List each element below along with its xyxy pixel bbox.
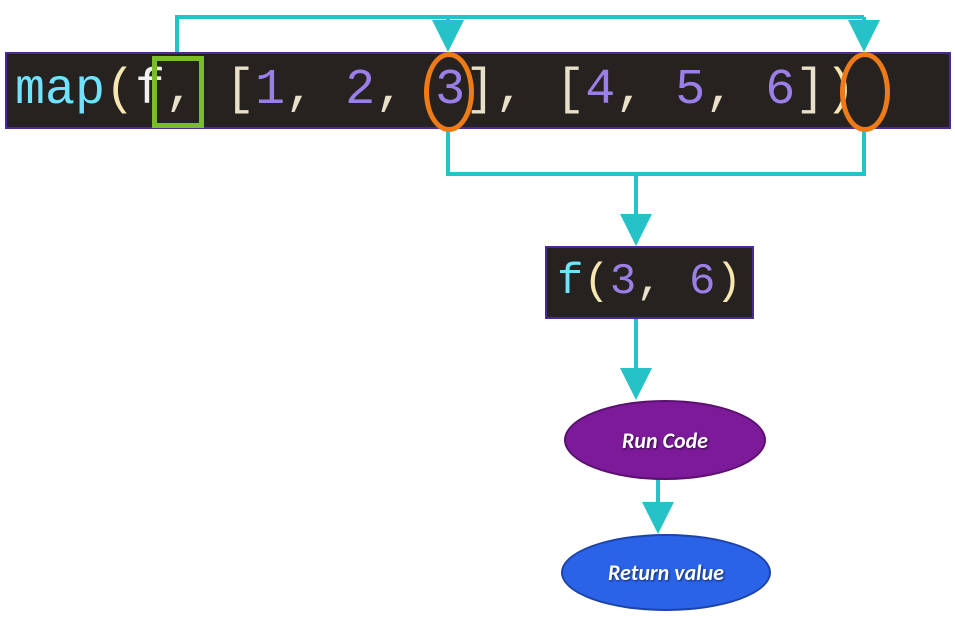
return-value-oval: Return value [561,534,771,611]
apply-arg-a: 3 [610,257,636,307]
open-paren: ( [105,62,135,119]
sep2: , [495,62,555,119]
apply-open-paren: ( [583,257,609,307]
return-value-label: Return value [608,559,724,586]
map-fn-token: map [15,62,105,119]
comma-4: , [705,62,765,119]
close-bracket-1: ] [465,62,495,119]
close-paren: ) [825,62,855,119]
num-3: 3 [435,62,465,119]
comma-2: , [375,62,435,119]
apply-arg-b: 6 [689,257,715,307]
num-6: 6 [765,62,795,119]
f-token: f [135,62,165,119]
run-code-oval: Run Code [564,400,766,480]
apply-close-paren: ) [715,257,741,307]
apply-call-code: f(3, 6) [545,246,754,319]
num-1: 1 [255,62,285,119]
sep1: , [165,62,225,119]
map-call-code: map(f, [1, 2, 3], [4, 5, 6]) [5,52,951,129]
open-bracket-1: [ [225,62,255,119]
close-bracket-2: ] [795,62,825,119]
num-4: 4 [585,62,615,119]
run-code-label: Run Code [622,427,708,454]
open-bracket-2: [ [555,62,585,119]
apply-f-token: f [557,257,583,307]
apply-sep: , [636,257,689,307]
diagram-stage: map(f, [1, 2, 3], [4, 5, 6]) f(3, 6) Run… [0,0,955,622]
comma-3: , [615,62,675,119]
num-5: 5 [675,62,705,119]
num-2: 2 [345,62,375,119]
comma-1: , [285,62,345,119]
